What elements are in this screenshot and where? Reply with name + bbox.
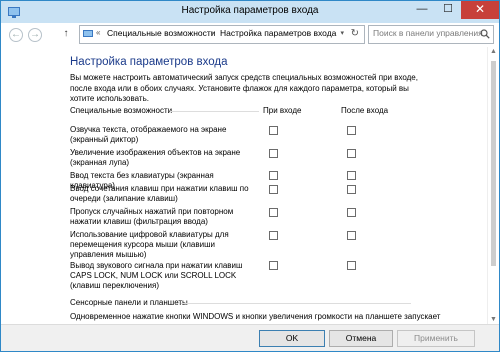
- maximize-button[interactable]: ☐: [435, 1, 461, 19]
- feature-label-magnifier: Увеличение изображения объектов на экран…: [70, 148, 241, 167]
- checkbox-toggle-keys-at-signin[interactable]: [269, 261, 278, 270]
- checkbox-mouse-keys-after-signin[interactable]: [347, 231, 356, 240]
- breadcrumb-overflow[interactable]: «: [96, 28, 100, 37]
- checkbox-narrator-after-signin[interactable]: [347, 126, 356, 135]
- checkbox-toggle-keys-after-signin[interactable]: [347, 261, 356, 270]
- checkbox-magnifier-at-signin[interactable]: [269, 149, 278, 158]
- search-box[interactable]: Поиск в панели управления: [368, 25, 494, 44]
- column-header-after-signin: После входа: [341, 106, 389, 115]
- checkbox-mouse-keys-at-signin[interactable]: [269, 231, 278, 240]
- apply-button[interactable]: Применить: [397, 330, 475, 347]
- title-bar: Настройка параметров входа — ☐ ✕: [1, 1, 499, 23]
- feature-label-narrator: Озвучка текста, отображаемого на экране …: [70, 125, 227, 144]
- divider: [171, 111, 259, 112]
- breadcrumb-current[interactable]: Настройка параметров входа: [220, 28, 336, 38]
- dialog-footer: OK Отмена Применить: [1, 324, 499, 351]
- forward-button[interactable]: →: [28, 28, 42, 42]
- checkbox-sticky-keys-at-signin[interactable]: [269, 185, 278, 194]
- scroll-up-icon[interactable]: ▲: [490, 48, 497, 55]
- scroll-down-icon[interactable]: ▼: [490, 316, 497, 323]
- section-text-touch: Одновременное нажатие кнопки WINDOWS и к…: [70, 312, 441, 321]
- settings-window: Настройка параметров входа — ☐ ✕ ← → ↑ «…: [0, 0, 500, 352]
- refresh-icon[interactable]: ↻: [351, 28, 359, 39]
- checkbox-magnifier-after-signin[interactable]: [347, 149, 356, 158]
- vertical-scrollbar[interactable]: ▲ ▼: [487, 47, 499, 324]
- breadcrumb-accessibility[interactable]: Специальные возможности: [107, 28, 216, 38]
- feature-label-toggle-keys: Вывод звукового сигнала при нажатии клав…: [70, 261, 243, 290]
- address-bar[interactable]: « Специальные возможности › Настройка па…: [79, 25, 365, 44]
- ok-button[interactable]: OK: [259, 330, 325, 347]
- cancel-button[interactable]: Отмена: [329, 330, 393, 347]
- scrollbar-thumb[interactable]: [491, 61, 496, 266]
- minimize-button[interactable]: —: [409, 1, 435, 19]
- feature-label-mouse-keys: Использование цифровой клавиатуры для пе…: [70, 230, 229, 259]
- close-button[interactable]: ✕: [461, 1, 499, 19]
- search-input[interactable]: Поиск в панели управления: [373, 28, 483, 38]
- search-icon[interactable]: [480, 29, 490, 39]
- up-button[interactable]: ↑: [60, 28, 72, 40]
- divider: [181, 303, 411, 304]
- section-heading-touch: Сенсорные панели и планшеты: [70, 298, 188, 307]
- breadcrumb-separator[interactable]: ›: [211, 28, 214, 37]
- checkbox-filter-keys-at-signin[interactable]: [269, 208, 278, 217]
- control-panel-icon: [83, 30, 93, 37]
- checkbox-osk-at-signin[interactable]: [269, 171, 278, 180]
- feature-label-filter-keys: Пропуск случайных нажатий при повторном …: [70, 207, 234, 226]
- chevron-down-icon[interactable]: ▾: [340, 29, 344, 37]
- page-title: Настройка параметров входа: [70, 56, 228, 68]
- main-content: Настройка параметров входа Вы можете нас…: [1, 47, 487, 324]
- back-button[interactable]: ←: [9, 28, 23, 42]
- column-header-at-signin: При входе: [263, 106, 302, 115]
- navigation-bar: ← → ↑ « Специальные возможности › Настро…: [1, 23, 499, 47]
- checkbox-filter-keys-after-signin[interactable]: [347, 208, 356, 217]
- checkbox-osk-after-signin[interactable]: [347, 171, 356, 180]
- intro-text: Вы можете настроить автоматический запус…: [70, 73, 418, 103]
- checkbox-sticky-keys-after-signin[interactable]: [347, 185, 356, 194]
- checkbox-narrator-at-signin[interactable]: [269, 126, 278, 135]
- column-header-feature: Специальные возможности: [70, 106, 173, 115]
- feature-label-sticky-keys: Ввод сочетания клавиш при нажатии клавиш…: [70, 184, 249, 203]
